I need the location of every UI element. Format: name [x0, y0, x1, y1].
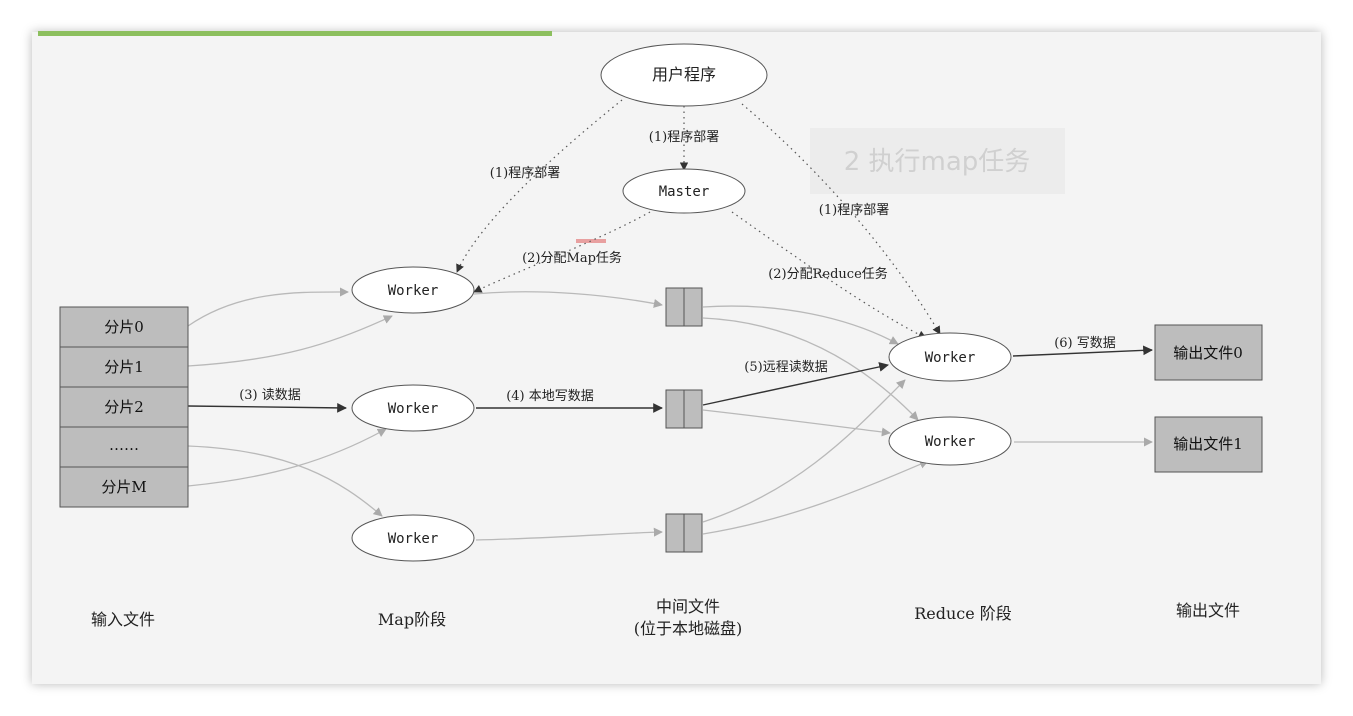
intermediate-file-2 [665, 389, 703, 429]
stage-reduce: Reduce 阶段 [914, 604, 1012, 623]
worker-label: Worker [388, 401, 439, 417]
input-split-label: 分片1 [104, 358, 144, 376]
reduce-worker-1: Worker [888, 332, 1012, 382]
label-remote-read: (5)远程读数据 [744, 360, 827, 375]
edge-file2-reduce2 [702, 409, 891, 437]
edge-file3-reduce2 [702, 460, 929, 535]
stage-map: Map阶段 [378, 610, 446, 629]
master-label: Master [659, 184, 710, 200]
worker-label: Worker [388, 283, 439, 299]
edge-split0-worker1 [187, 287, 349, 327]
master-node: Master [622, 168, 746, 214]
input-split-1: 分片1 [59, 346, 189, 388]
edge-worker1-file1 [473, 291, 663, 308]
input-split-label: 分片0 [104, 318, 144, 336]
label-deploy-master: (1)程序部署 [649, 130, 719, 145]
edge-user-worker1 [456, 99, 623, 273]
stage-intermediate-line2: (位于本地磁盘) [634, 619, 743, 638]
output-file-0: 输出文件0 [1154, 324, 1263, 381]
label-assign-reduce: (2)分配Reduce任务 [768, 266, 888, 282]
input-split-m: 分片M [59, 466, 189, 508]
stage-input: 输入文件 [91, 610, 155, 629]
input-split-label: 分片2 [104, 398, 144, 416]
input-split-0: 分片0 [59, 306, 189, 348]
input-split-label: 分片M [101, 478, 146, 496]
edge-file3-reduce1 [702, 379, 906, 523]
input-split-2: 分片2 [59, 386, 189, 428]
input-split-label: …… [109, 436, 139, 454]
stage-intermediate-line1: 中间文件 [656, 597, 720, 616]
edge-worker3-file3 [475, 527, 663, 541]
worker-label: Worker [925, 434, 976, 450]
edge-dots-worker3 [187, 445, 383, 517]
edge-split1-worker1 [187, 315, 393, 367]
map-worker-3: Worker [351, 514, 475, 562]
edge-split2-worker2 [187, 402, 347, 413]
label-deploy-map: (1)程序部署 [490, 166, 560, 181]
intermediate-file-3 [665, 513, 703, 553]
edge-splitM-worker2 [187, 428, 387, 487]
user-program-label: 用户程序 [652, 65, 716, 84]
label-read-data: (3) 读数据 [239, 388, 301, 403]
red-mark [576, 239, 606, 243]
stage-output: 输出文件 [1176, 601, 1240, 620]
intermediate-file-1 [665, 287, 703, 327]
worker-label: Worker [388, 531, 439, 547]
worker-label: Worker [925, 350, 976, 366]
output-file-label: 输出文件1 [1173, 435, 1243, 453]
input-split-ellipsis: …… [59, 426, 189, 468]
reduce-worker-2: Worker [888, 416, 1012, 466]
label-deploy-reduce: (1)程序部署 [819, 203, 889, 218]
output-file-label: 输出文件0 [1173, 344, 1243, 362]
label-write-data: (6) 写数据 [1054, 336, 1116, 351]
watermark-text: 2 执行map任务 [844, 147, 1031, 177]
label-local-write: (4) 本地写数据 [506, 389, 594, 404]
map-worker-1: Worker [351, 266, 475, 314]
user-program-node: 用户程序 [600, 43, 768, 107]
output-file-1: 输出文件1 [1154, 416, 1263, 473]
mapreduce-diagram: 2 执行map任务 分片0 分片1 分片2 …… 分片M 输出文件0 输出文件1… [59, 43, 1263, 638]
map-worker-2: Worker [351, 384, 475, 432]
label-assign-map: (2)分配Map任务 [522, 250, 622, 266]
